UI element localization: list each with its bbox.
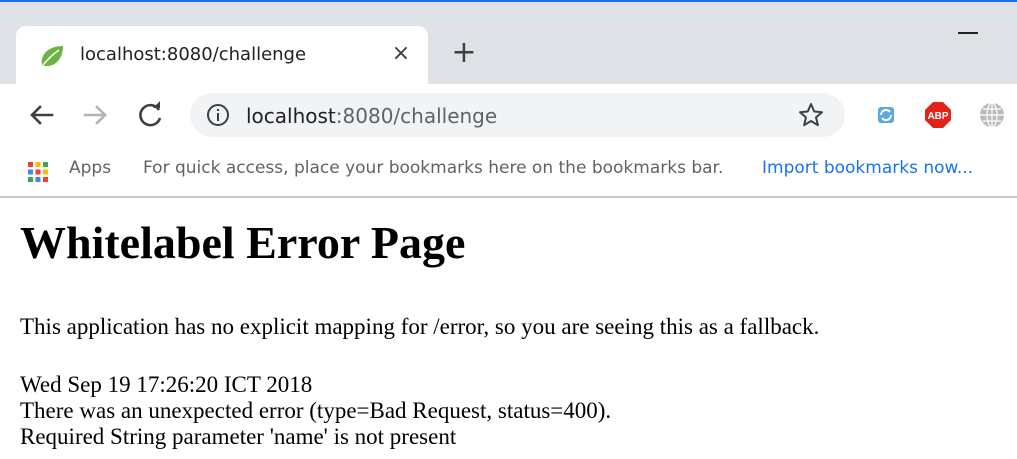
apps-grid-icon[interactable] <box>27 161 49 183</box>
tab-active[interactable]: localhost:8080/challenge × <box>16 26 428 86</box>
error-message: This application has no explicit mapping… <box>20 314 820 339</box>
bookmarks-bar: Apps For quick access, place your bookma… <box>0 146 1017 198</box>
address-bar[interactable]: localhost:8080/challenge <box>190 93 845 137</box>
page-content: Whitelabel Error Page This application h… <box>0 198 1017 459</box>
error-timestamp: Wed Sep 19 17:26:20 ICT 2018 <box>20 372 313 397</box>
reload-icon[interactable] <box>134 98 168 132</box>
adblock-label: ABP <box>927 111 948 122</box>
spring-leaf-icon <box>41 46 63 67</box>
url-path: :8080/challenge <box>335 104 498 128</box>
info-icon[interactable] <box>206 103 230 127</box>
error-type-line: There was an unexpected error (type=Bad … <box>20 398 612 423</box>
error-details: Wed Sep 19 17:26:20 ICT 2018 There was a… <box>20 372 611 450</box>
arrow-left-icon[interactable] <box>24 98 58 132</box>
apps-shortcut[interactable]: Apps <box>69 158 111 178</box>
sync-extension-icon[interactable] <box>872 101 900 129</box>
arrow-right-icon[interactable] <box>79 98 113 132</box>
bookmarks-hint: For quick access, place your bookmarks h… <box>143 158 724 178</box>
star-icon[interactable] <box>798 102 824 128</box>
adblock-plus-icon[interactable]: ABP <box>924 101 952 129</box>
minimize-icon[interactable] <box>958 32 978 34</box>
new-tab-button[interactable]: + <box>446 36 482 72</box>
globe-extension-icon[interactable] <box>978 101 1006 129</box>
page-title: Whitelabel Error Page <box>20 217 466 268</box>
tab-strip: localhost:8080/challenge × + <box>0 2 1017 86</box>
url-text[interactable]: localhost:8080/challenge <box>246 104 497 128</box>
tab-title: localhost:8080/challenge <box>80 44 307 65</box>
close-icon[interactable]: × <box>389 40 413 68</box>
url-host: localhost <box>246 104 336 128</box>
import-bookmarks-link[interactable]: Import bookmarks now... <box>762 158 973 178</box>
error-detail-line: Required String parameter 'name' is not … <box>20 424 457 449</box>
browser-toolbar: localhost:8080/challenge ABP <box>0 84 1017 146</box>
